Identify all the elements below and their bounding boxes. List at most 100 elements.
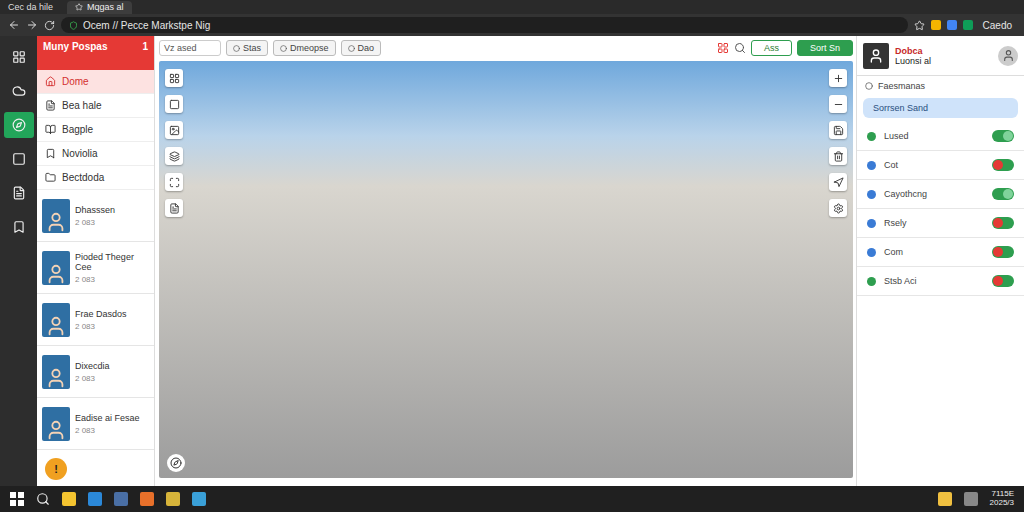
map-tool[interactable] (829, 147, 847, 165)
avatar-icon (42, 355, 70, 389)
map-tool[interactable] (829, 121, 847, 139)
toggle[interactable] (992, 275, 1014, 287)
map-view[interactable] (159, 61, 853, 478)
extension-icon[interactable] (963, 20, 973, 30)
rail-item[interactable] (4, 44, 34, 70)
taskbar: 7115E2025/3 (0, 486, 1024, 512)
browser-tab[interactable]: Mqgas al (67, 1, 132, 14)
reload-icon[interactable] (44, 20, 55, 31)
map-tool[interactable] (165, 69, 183, 87)
action-button[interactable]: Ass (751, 40, 792, 56)
tool-button[interactable]: Stas (226, 40, 268, 56)
sidebar-item[interactable]: Bea hale (37, 94, 154, 118)
url-field[interactable]: Ocem // Pecce Markstpe Nig (61, 17, 908, 33)
contact-meta: 2 083 (75, 426, 140, 435)
contact-name: Pioded Theger Cee (75, 252, 149, 272)
browser-icon[interactable] (192, 492, 206, 506)
rail-item[interactable] (4, 214, 34, 240)
back-icon[interactable] (8, 19, 20, 31)
user-row: DobcaLuonsi al (857, 36, 1024, 76)
layer-row: Cayothcng (857, 180, 1024, 209)
map-tool[interactable] (829, 199, 847, 217)
secure-icon (69, 21, 78, 30)
map-tool[interactable] (829, 173, 847, 191)
sidebar-item[interactable]: Dome (37, 70, 154, 94)
sidebar-header: Muny Pospas1 (37, 36, 154, 70)
layer-row: Stsb Aci (857, 267, 1024, 296)
toggle[interactable] (992, 246, 1014, 258)
tool-icon (169, 73, 180, 84)
tool-button[interactable]: Dmeopse (273, 40, 336, 56)
sidebar-item[interactable]: Noviolia (37, 142, 154, 166)
screen: Cec da hileMqgas alOcem // Pecce Markstp… (0, 0, 1024, 512)
rail-icon (12, 186, 26, 200)
map-tool[interactable] (165, 95, 183, 113)
apps-icon[interactable] (717, 42, 729, 54)
app-icon[interactable] (166, 492, 180, 506)
windows-icon[interactable] (10, 492, 24, 506)
avatar-icon (42, 303, 70, 337)
action-button[interactable]: Sort Sn (797, 40, 853, 56)
app-icon[interactable] (114, 492, 128, 506)
right-panel: DobcaLuonsi alFaesmanasSorrsen SandLused… (856, 36, 1024, 486)
search-field[interactable]: Vz ased (159, 40, 221, 56)
main: Vz ased Stas Dmeopse Dao Ass Sort Sn (155, 36, 856, 486)
map-tool[interactable] (165, 147, 183, 165)
extension-icon[interactable] (947, 20, 957, 30)
contact-name: Eadise ai Fesae (75, 413, 140, 423)
toggle[interactable] (992, 188, 1014, 200)
compass-button[interactable] (167, 454, 185, 472)
map-tool[interactable] (165, 173, 183, 191)
rail-item[interactable] (4, 180, 34, 206)
clock: 7115E2025/3 (990, 490, 1014, 508)
layer-dot-icon (867, 277, 876, 286)
tool-icon (833, 203, 844, 214)
layer-row: Com (857, 238, 1024, 267)
tool-icon (833, 73, 844, 84)
contact-meta: 2 083 (75, 322, 127, 331)
profile-label[interactable]: Caedo (979, 20, 1016, 31)
search-icon[interactable] (36, 492, 50, 506)
contact-card[interactable]: Frae Dasdos 2 083 (37, 294, 154, 346)
rail-item[interactable] (4, 78, 34, 104)
toggle[interactable] (992, 159, 1014, 171)
contact-meta: 2 083 (75, 218, 115, 227)
toggle[interactable] (992, 130, 1014, 142)
app-icon[interactable] (88, 492, 102, 506)
tool-icon (833, 125, 844, 136)
contact-card[interactable]: Dixecdia2 083 (37, 346, 154, 398)
contact-meta: 2 083 (75, 275, 149, 284)
map-tool[interactable] (829, 69, 847, 87)
alert-button[interactable]: ! (45, 458, 67, 480)
layer-dot-icon (867, 161, 876, 170)
sidebar: Muny Pospas1DomeBea haleBagpleNovioliaBe… (37, 36, 155, 486)
toggle[interactable] (992, 217, 1014, 229)
sidebar-badge: 1 (142, 41, 148, 65)
rail-item[interactable] (4, 146, 34, 172)
avatar-icon[interactable] (998, 46, 1018, 66)
sidebar-item[interactable]: Bectdoda (37, 166, 154, 190)
map-tool[interactable] (829, 95, 847, 113)
tool-icon (169, 177, 180, 188)
contact-card[interactable]: Dhasssen 2 083 (37, 190, 154, 242)
contact-card[interactable]: Eadise ai Fesae 2 083 (37, 398, 154, 450)
avatar-icon (42, 251, 70, 285)
extension-icon[interactable] (931, 20, 941, 30)
tool-button[interactable]: Dao (341, 40, 382, 56)
sidebar-item[interactable]: Bagple (37, 118, 154, 142)
map-tool[interactable] (165, 199, 183, 217)
folder-icon[interactable] (62, 492, 76, 506)
rail-item[interactable] (4, 112, 34, 138)
contact-name: Frae Dasdos (75, 309, 127, 319)
search-icon[interactable] (734, 42, 746, 54)
map-tool[interactable] (165, 121, 183, 139)
layer-row: Rsely (857, 209, 1024, 238)
bookmark-icon[interactable] (914, 20, 925, 31)
dot-icon (280, 45, 287, 52)
panel-search[interactable]: Sorrsen Sand (863, 98, 1018, 118)
app-icon[interactable] (140, 492, 154, 506)
tool-icon (833, 99, 844, 110)
forward-icon[interactable] (26, 19, 38, 31)
contact-card[interactable]: Pioded Theger Cee 2 083 (37, 242, 154, 294)
contact-name: Dhasssen (75, 205, 115, 215)
